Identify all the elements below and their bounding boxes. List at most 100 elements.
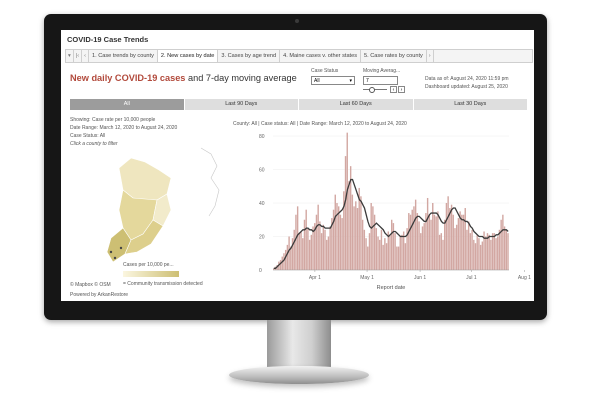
case-bar bbox=[399, 236, 401, 270]
case-bar bbox=[384, 238, 386, 270]
x-axis-label: Report date bbox=[377, 285, 406, 291]
case-bar bbox=[418, 221, 420, 270]
case-bar bbox=[457, 218, 460, 270]
case-bar bbox=[305, 209, 307, 270]
case-bar bbox=[367, 246, 369, 270]
case-bar bbox=[286, 244, 289, 270]
case-bar bbox=[413, 206, 415, 270]
case-bar bbox=[346, 132, 348, 270]
case-bar bbox=[435, 216, 437, 270]
case-bar bbox=[295, 214, 297, 270]
x-tick-label: Aug 1 bbox=[518, 275, 531, 281]
case-bar bbox=[416, 213, 419, 270]
case-bar bbox=[361, 219, 364, 270]
case-bar bbox=[320, 233, 323, 270]
case-bar bbox=[290, 246, 292, 270]
case-bar bbox=[317, 204, 319, 270]
case-bar bbox=[411, 209, 413, 270]
case-bar bbox=[288, 236, 290, 270]
case-bar bbox=[401, 234, 403, 270]
case-bar bbox=[498, 229, 501, 270]
case-bar bbox=[385, 243, 388, 270]
case-bar bbox=[461, 214, 463, 270]
case-bar bbox=[442, 239, 444, 270]
case-bar bbox=[348, 181, 350, 270]
y-tick-label: 80 bbox=[259, 134, 265, 140]
case-bar bbox=[481, 241, 484, 270]
case-bar bbox=[379, 239, 381, 270]
case-bar bbox=[396, 246, 398, 270]
case-bar bbox=[312, 226, 314, 270]
webcam-icon bbox=[295, 19, 299, 23]
case-bar bbox=[337, 206, 340, 270]
case-bar bbox=[315, 214, 318, 270]
x-tick-label: Apr 1 bbox=[309, 275, 321, 281]
case-bar bbox=[464, 208, 466, 270]
case-bar bbox=[414, 199, 417, 270]
case-bar bbox=[368, 233, 371, 270]
case-bar bbox=[505, 229, 507, 270]
monitor-stand-base bbox=[229, 366, 369, 384]
case-bar bbox=[455, 224, 458, 270]
case-bar bbox=[491, 233, 494, 270]
case-bar bbox=[495, 238, 497, 270]
x-tick-label: Jun 1 bbox=[414, 275, 426, 281]
cases-chart[interactable]: 020406080Apr 1May 1Jun 1Jul 1Aug 1Sep 1R… bbox=[61, 30, 534, 301]
case-bar bbox=[467, 221, 470, 270]
case-bar bbox=[319, 221, 321, 270]
case-bar bbox=[372, 206, 374, 270]
case-bar bbox=[327, 236, 330, 270]
case-bar bbox=[326, 239, 328, 270]
case-bar bbox=[404, 243, 407, 270]
y-tick-label: 20 bbox=[259, 235, 265, 241]
x-tick-label: Jul 1 bbox=[466, 275, 477, 281]
case-bar bbox=[478, 238, 480, 270]
case-bar bbox=[341, 218, 343, 270]
case-bar bbox=[365, 238, 367, 270]
case-bar bbox=[351, 194, 354, 270]
case-bar bbox=[485, 236, 487, 270]
case-bar bbox=[490, 239, 492, 270]
case-bar bbox=[391, 219, 393, 270]
case-bar bbox=[284, 249, 287, 270]
case-bar bbox=[380, 229, 383, 270]
case-bar bbox=[334, 194, 336, 270]
case-bar bbox=[375, 228, 378, 270]
case-bar bbox=[302, 238, 304, 270]
case-bar bbox=[394, 233, 396, 270]
case-bar bbox=[420, 233, 422, 270]
case-bar bbox=[373, 214, 376, 270]
case-bar bbox=[426, 197, 429, 270]
case-bar bbox=[430, 219, 432, 270]
case-bar bbox=[428, 214, 431, 270]
case-bar bbox=[437, 211, 439, 270]
case-bar bbox=[438, 234, 441, 270]
case-bar bbox=[500, 219, 502, 270]
case-bar bbox=[296, 206, 299, 270]
case-bar bbox=[298, 233, 301, 270]
dashboard-screen: COVID-19 Case Trends ▾ |‹ ‹ 1. Case tren… bbox=[61, 30, 534, 301]
case-bar bbox=[355, 201, 357, 270]
case-bar bbox=[462, 214, 465, 270]
case-bar bbox=[449, 208, 451, 270]
case-bar bbox=[310, 234, 313, 270]
case-bar bbox=[283, 253, 285, 270]
case-bar bbox=[507, 233, 509, 270]
case-bar bbox=[336, 203, 338, 270]
case-bar bbox=[488, 234, 490, 270]
case-bar bbox=[421, 226, 424, 270]
case-bar bbox=[445, 203, 448, 270]
case-bar bbox=[444, 219, 446, 270]
case-bar bbox=[344, 156, 347, 270]
case-bar bbox=[408, 213, 410, 270]
case-bar bbox=[450, 204, 453, 270]
case-bar bbox=[382, 244, 384, 270]
case-bar bbox=[281, 256, 283, 270]
x-tick-label: May 1 bbox=[360, 275, 374, 281]
y-tick-label: 0 bbox=[259, 268, 262, 274]
case-bar bbox=[363, 229, 366, 270]
case-bar bbox=[279, 259, 282, 270]
case-bar bbox=[324, 229, 326, 270]
case-bar bbox=[452, 214, 454, 270]
case-bar bbox=[308, 239, 311, 270]
